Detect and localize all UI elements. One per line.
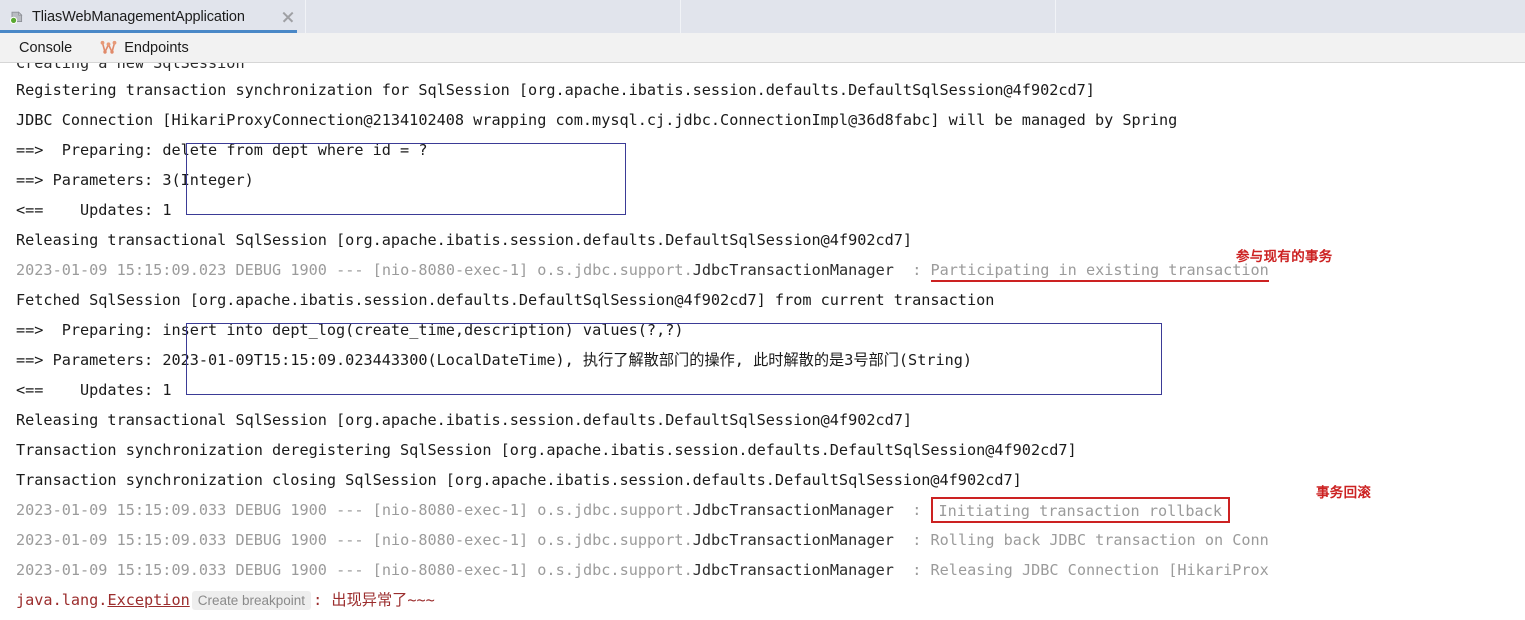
log-line-sql: ==> Parameters: 2023-01-09T15:15:09.0234… [16, 351, 973, 369]
close-icon[interactable] [281, 10, 295, 24]
log-line: Releasing transactional SqlSession [org.… [16, 411, 913, 429]
run-tab-tlias[interactable]: TliasWebManagementApplication [0, 0, 305, 33]
editor-tab-strip: TliasWebManagementApplication [0, 0, 1525, 33]
log-line-sql: <== Updates: 1 [16, 201, 172, 219]
log-line-debug: 2023-01-09 15:15:09.033 DEBUG 1900 --- [… [16, 561, 1269, 579]
annotated-message-rollback: Initiating transaction rollback [930, 496, 1230, 523]
tab-strip-pane-2 [680, 0, 1055, 33]
log-line: Registering transaction synchronization … [16, 81, 1095, 99]
log-line-sql: ==> Preparing: insert into dept_log(crea… [16, 321, 684, 339]
log-line: Transaction synchronization deregisterin… [16, 441, 1077, 459]
console-tab-label: Console [19, 39, 73, 56]
log-line: JDBC Connection [HikariProxyConnection@2… [16, 111, 1178, 129]
tab-console[interactable]: Console [5, 33, 86, 62]
console-toolbar: Console Endpoints [0, 33, 1525, 63]
log-line: Fetched SqlSession [org.apache.ibatis.se… [16, 291, 995, 309]
create-breakpoint-chip[interactable]: Create breakpoint [191, 591, 312, 610]
log-line-debug: 2023-01-09 15:15:09.033 DEBUG 1900 --- [… [16, 531, 1269, 549]
tab-strip-pane-3 [1055, 0, 1525, 33]
endpoints-tab-label: Endpoints [124, 39, 189, 56]
exception-colon: : [313, 591, 323, 609]
exception-line: java.lang.Exception Create breakpoint: 出现… [16, 585, 1525, 615]
log-line-sql: ==> Parameters: 3(Integer) [16, 171, 254, 189]
exception-class-link[interactable]: Exception [107, 591, 189, 609]
log-line: Creating a new SqlSession [16, 63, 245, 72]
console-output[interactable]: Creating a new SqlSession Registering tr… [0, 63, 1525, 620]
log-line: Transaction synchronization closing SqlS… [16, 471, 1022, 489]
annotated-message-participating: Participating in existing transaction [930, 261, 1269, 282]
log-line-sql: ==> Preparing: delete from dept where id… [16, 141, 428, 159]
exception-class-prefix: java.lang. [16, 591, 108, 609]
annotation-label-rollback: 事务回滚 [1316, 485, 1372, 501]
log-line-debug: 2023-01-09 15:15:09.033 DEBUG 1900 --- [… [16, 495, 1525, 525]
endpoints-graph-icon [100, 40, 117, 55]
tab-endpoints[interactable]: Endpoints [86, 33, 203, 62]
spring-run-config-icon [9, 9, 25, 25]
tab-strip-pane-1 [305, 0, 680, 33]
run-tab-label: TliasWebManagementApplication [32, 8, 245, 25]
log-line-sql: <== Updates: 1 [16, 381, 172, 399]
idea-console-window: TliasWebManagementApplication Console En… [0, 0, 1525, 620]
annotation-label-participating: 参与现有的事务 [1236, 249, 1333, 265]
exception-message: 出现异常了~~~ [331, 591, 435, 609]
